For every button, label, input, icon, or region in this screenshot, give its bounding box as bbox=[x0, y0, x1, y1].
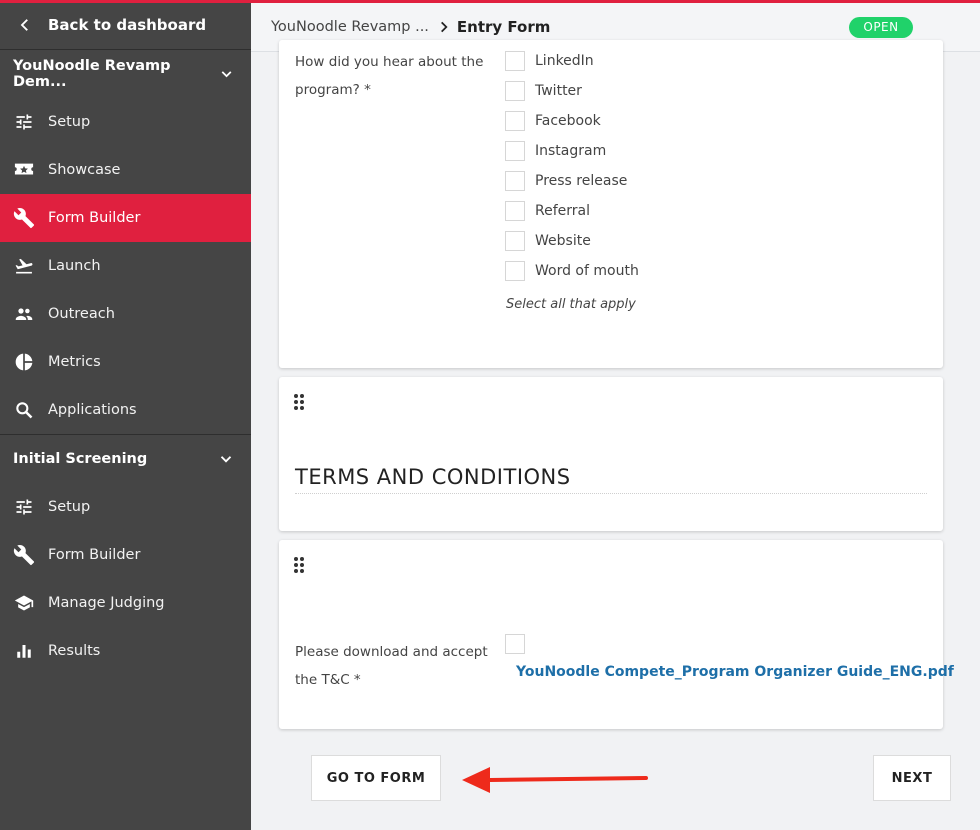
drag-handle-icon[interactable] bbox=[293, 556, 305, 574]
option-label: Word of mouth bbox=[535, 263, 639, 279]
sidebar-item-label: Showcase bbox=[48, 162, 121, 178]
checkbox-option[interactable]: Press release bbox=[505, 166, 639, 196]
checkbox[interactable] bbox=[505, 201, 525, 221]
red-arrow-annotation bbox=[462, 767, 648, 793]
sidebar-item-label: Applications bbox=[48, 402, 137, 418]
sidebar-item-label: Outreach bbox=[48, 306, 115, 322]
section-title: TERMS AND CONDITIONS bbox=[295, 465, 927, 494]
sidebar-item-label: Metrics bbox=[48, 354, 101, 370]
chevron-right-icon bbox=[440, 21, 448, 33]
search-icon bbox=[13, 399, 35, 421]
checkbox-option[interactable]: Word of mouth bbox=[505, 256, 639, 286]
screening-section-toggle[interactable]: Initial Screening bbox=[0, 435, 251, 483]
sidebar-item-applications[interactable]: Applications bbox=[0, 386, 251, 434]
accept-terms-checkbox[interactable] bbox=[505, 634, 525, 654]
pie-chart-icon bbox=[13, 351, 35, 373]
sidebar-item-label: Setup bbox=[48, 499, 91, 515]
sidebar-item-label: Results bbox=[48, 643, 101, 659]
sidebar-item-label: Launch bbox=[48, 258, 101, 274]
sidebar-item-showcase[interactable]: Showcase bbox=[0, 146, 251, 194]
back-to-dashboard-link[interactable]: Back to dashboard bbox=[0, 0, 251, 50]
checkbox[interactable] bbox=[505, 81, 525, 101]
question-label: Please download and accept the T&C * bbox=[295, 644, 488, 688]
chevron-left-icon bbox=[20, 18, 28, 31]
sidebar-item-label: Form Builder bbox=[48, 547, 141, 563]
drag-handle-icon[interactable] bbox=[293, 393, 305, 411]
option-label: Website bbox=[535, 233, 591, 249]
sidebar-item-setup[interactable]: Setup bbox=[0, 98, 251, 146]
tune-icon bbox=[13, 496, 35, 518]
sidebar-item-screening-form-builder[interactable]: Form Builder bbox=[0, 531, 251, 579]
sidebar-item-screening-setup[interactable]: Setup bbox=[0, 483, 251, 531]
checkbox-group: LinkedIn Twitter Facebook Instagram Pres… bbox=[505, 46, 639, 286]
program-title: YouNoodle Revamp Dem... bbox=[13, 58, 171, 90]
next-button[interactable]: NEXT bbox=[873, 755, 951, 801]
option-label: Facebook bbox=[535, 113, 601, 129]
checkbox[interactable] bbox=[505, 51, 525, 71]
question-card-terms-accept: Please download and accept the T&C * You… bbox=[279, 540, 954, 729]
sidebar-item-label: Manage Judging bbox=[48, 595, 165, 611]
checkbox[interactable] bbox=[505, 261, 525, 281]
chevron-down-icon bbox=[220, 456, 232, 463]
option-label: Twitter bbox=[535, 83, 582, 99]
checkbox[interactable] bbox=[505, 111, 525, 131]
question-hint: Select all that apply bbox=[506, 297, 636, 312]
wrench-icon bbox=[13, 207, 35, 229]
checkbox-option[interactable]: Instagram bbox=[505, 136, 639, 166]
sidebar-item-results[interactable]: Results bbox=[0, 627, 251, 675]
option-label: LinkedIn bbox=[535, 53, 594, 69]
screening-title: Initial Screening bbox=[13, 451, 148, 467]
sidebar-item-metrics[interactable]: Metrics bbox=[0, 338, 251, 386]
section-card-terms: TERMS AND CONDITIONS bbox=[279, 377, 943, 531]
option-label: Instagram bbox=[535, 143, 607, 159]
back-label: Back to dashboard bbox=[48, 15, 207, 34]
sidebar-item-outreach[interactable]: Outreach bbox=[0, 290, 251, 338]
option-label: Press release bbox=[535, 173, 628, 189]
wrench-icon bbox=[13, 544, 35, 566]
flight-takeoff-icon bbox=[13, 255, 35, 277]
checkbox[interactable] bbox=[505, 141, 525, 161]
sidebar: Back to dashboard YouNoodle Revamp Dem..… bbox=[0, 0, 251, 830]
chevron-down-icon bbox=[221, 71, 232, 78]
checkbox-option[interactable]: LinkedIn bbox=[505, 46, 639, 76]
checkbox-option[interactable]: Website bbox=[505, 226, 639, 256]
school-icon bbox=[13, 592, 35, 614]
go-to-form-button[interactable]: GO TO FORM bbox=[311, 755, 441, 801]
program-section-toggle[interactable]: YouNoodle Revamp Dem... bbox=[0, 50, 251, 98]
breadcrumb-current: Entry Form bbox=[456, 18, 551, 36]
checkbox[interactable] bbox=[505, 171, 525, 191]
sidebar-item-manage-judging[interactable]: Manage Judging bbox=[0, 579, 251, 627]
sidebar-item-label: Form Builder bbox=[48, 210, 141, 226]
sidebar-item-label: Setup bbox=[48, 114, 91, 130]
bar-chart-icon bbox=[13, 640, 35, 662]
top-accent-bar bbox=[0, 0, 980, 3]
breadcrumb-program[interactable]: YouNoodle Revamp ... bbox=[271, 19, 429, 35]
question-label: How did you hear about the program? * bbox=[295, 54, 484, 98]
status-badge: OPEN bbox=[849, 17, 913, 38]
sidebar-item-form-builder[interactable]: Form Builder bbox=[0, 194, 251, 242]
showcase-icon bbox=[13, 159, 35, 181]
question-card-hear-about: How did you hear about the program? * Li… bbox=[279, 40, 943, 368]
checkbox-option[interactable]: Facebook bbox=[505, 106, 639, 136]
option-label: Referral bbox=[535, 203, 590, 219]
checkbox[interactable] bbox=[505, 231, 525, 251]
checkbox-option[interactable]: Twitter bbox=[505, 76, 639, 106]
sidebar-item-launch[interactable]: Launch bbox=[0, 242, 251, 290]
checkbox-option[interactable]: Referral bbox=[505, 196, 639, 226]
people-icon bbox=[13, 303, 35, 325]
tune-icon bbox=[13, 111, 35, 133]
terms-file-link[interactable]: YouNoodle Compete_Program Organizer Guid… bbox=[516, 664, 954, 680]
